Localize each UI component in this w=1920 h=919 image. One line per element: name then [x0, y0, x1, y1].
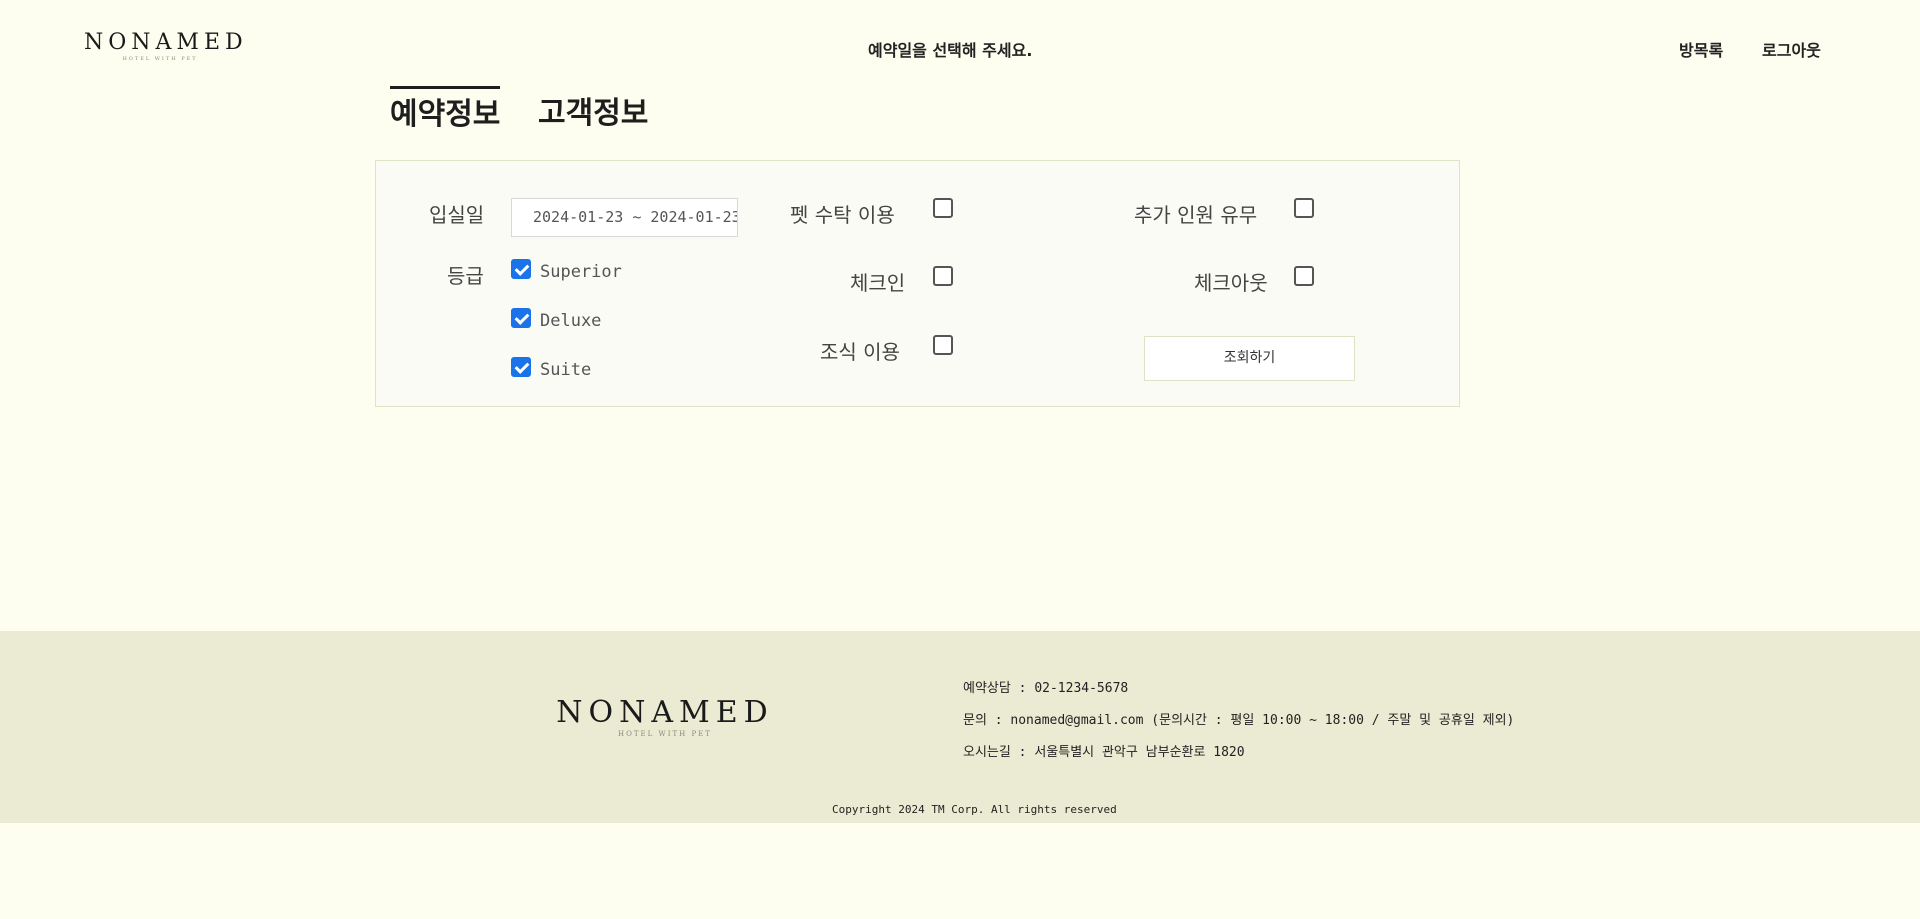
pet-care-checkbox[interactable]: [933, 198, 953, 218]
footer-logo-wordmark: NONAMED: [556, 695, 774, 730]
grade-label: 등급: [447, 264, 484, 288]
extra-guest-label: 추가 인원 유무: [1134, 203, 1258, 227]
tab-customer-info[interactable]: 고객정보: [538, 88, 648, 140]
footer-logo: NONAMED HOTEL WITH PET: [550, 695, 780, 739]
reservation-filter-panel: 입실일 2024-01-23 ~ 2024-01-23 등급 Superior …: [375, 160, 1460, 407]
grade-deluxe-checkbox[interactable]: [511, 308, 531, 328]
grade-suite-label: Suite: [540, 360, 592, 380]
nav-room-list-link[interactable]: 방목록: [1679, 37, 1723, 61]
checkin-label: 체크인: [850, 271, 906, 295]
checkin-checkbox[interactable]: [933, 266, 953, 286]
date-range-input[interactable]: 2024-01-23 ~ 2024-01-23: [511, 198, 738, 237]
grade-superior-label: Superior: [540, 262, 622, 282]
footer-address: 오시는길 : 서울특별시 관악구 남부순환로 1820: [963, 745, 1245, 760]
footer-phone: 예약상담 : 02-1234-5678: [963, 681, 1129, 696]
checkin-date-label: 입실일: [429, 203, 485, 227]
logo-wordmark: NONAMED: [84, 30, 248, 55]
footer-copyright: Copyright 2024 TM Corp. All rights reser…: [832, 803, 1117, 816]
checkout-label: 체크아웃: [1194, 271, 1268, 295]
grade-suite-checkbox[interactable]: [511, 357, 531, 377]
grade-deluxe-label: Deluxe: [540, 311, 602, 331]
breakfast-label: 조식 이용: [820, 340, 900, 364]
nav-logout-link[interactable]: 로그아웃: [1762, 37, 1821, 61]
page-title: 예약일을 선택해 주세요.: [868, 41, 1033, 60]
breakfast-checkbox[interactable]: [933, 335, 953, 355]
extra-guest-checkbox[interactable]: [1294, 198, 1314, 218]
grade-superior-checkbox[interactable]: [511, 259, 531, 279]
footer: NONAMED HOTEL WITH PET 예약상담 : 02-1234-56…: [0, 631, 1920, 823]
search-button[interactable]: 조회하기: [1144, 336, 1355, 381]
checkout-checkbox[interactable]: [1294, 266, 1314, 286]
header-logo[interactable]: NONAMED HOTEL WITH PET: [84, 30, 248, 62]
footer-email: 문의 : nonamed@gmail.com (문의시간 : 평일 10:00 …: [963, 713, 1515, 728]
footer-logo-tagline: HOTEL WITH PET: [618, 730, 712, 738]
tab-reservation-info[interactable]: 예약정보: [390, 86, 501, 141]
pet-care-label: 펫 수탁 이용: [790, 203, 895, 227]
logo-tagline: HOTEL WITH PET: [122, 56, 198, 62]
